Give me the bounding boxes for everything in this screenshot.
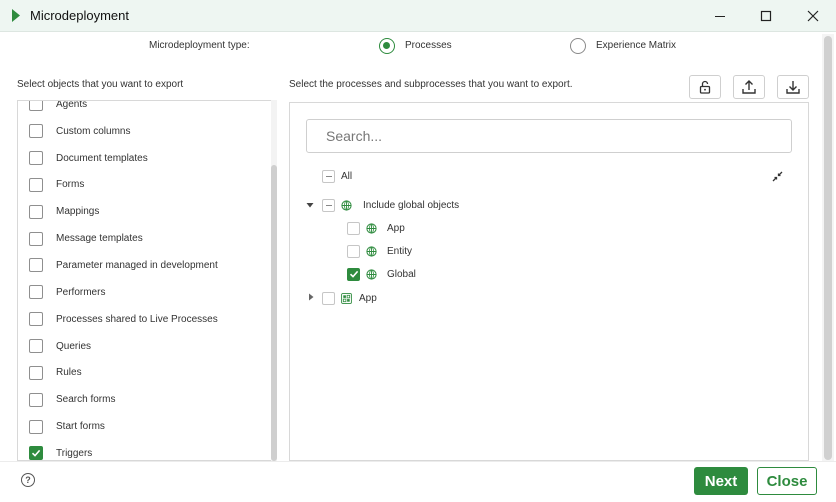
list-item-processes-shared[interactable]: Processes shared to Live Processes — [18, 306, 272, 333]
tree-node-global-app[interactable]: App — [347, 220, 405, 236]
global-object-icon — [366, 245, 377, 257]
expand-caret-include-global[interactable] — [306, 201, 314, 209]
list-item-performers[interactable]: Performers — [18, 279, 272, 306]
mappings-checkbox[interactable] — [29, 204, 43, 219]
processes-shared-checkbox[interactable] — [29, 312, 43, 327]
include-global-checkbox[interactable] — [322, 198, 335, 212]
list-item-document-templates[interactable]: Document templates — [18, 145, 272, 172]
caret-down-icon — [306, 203, 314, 208]
caret-right-icon — [309, 293, 314, 301]
list-item-rules[interactable]: Rules — [18, 359, 272, 386]
maximize-button[interactable] — [743, 0, 789, 32]
search-forms-checkbox[interactable] — [29, 392, 43, 407]
unlock-icon — [699, 80, 711, 94]
list-item-message-templates[interactable]: Message templates — [18, 225, 272, 252]
triggers-checkbox[interactable] — [29, 446, 43, 460]
tree-node-app[interactable]: App — [322, 290, 377, 306]
tree-node-global-global[interactable]: Global — [347, 266, 416, 282]
checkmark-icon — [349, 270, 358, 278]
upload-icon — [742, 80, 756, 94]
custom-columns-checkbox[interactable] — [29, 124, 43, 139]
right-hint: Select the processes and subprocesses th… — [289, 79, 573, 90]
help-icon[interactable]: ? — [21, 473, 35, 487]
global-app-checkbox[interactable] — [347, 221, 360, 235]
list-item-search-forms[interactable]: Search forms — [18, 386, 272, 413]
title-bar: Microdeployment — [0, 0, 836, 32]
processes-radio-label[interactable]: Processes — [405, 40, 452, 51]
all-checkbox[interactable] — [322, 169, 335, 183]
experience-matrix-radio[interactable] — [570, 38, 586, 54]
microdeployment-type-label: Microdeployment type: — [149, 40, 250, 51]
tree-node-global-entity[interactable]: Entity — [347, 243, 412, 259]
message-templates-checkbox[interactable] — [29, 231, 43, 246]
list-item-triggers[interactable]: Triggers — [18, 440, 272, 460]
tree-node-all[interactable]: All — [322, 168, 352, 184]
list-item-custom-columns[interactable]: Custom columns — [18, 118, 272, 145]
objects-list: Agents Custom columns Document templates… — [18, 101, 272, 460]
close-button[interactable]: Close — [757, 467, 817, 495]
processes-panel: All Include global objects App Entity Gl… — [289, 102, 809, 461]
next-button[interactable]: Next — [694, 467, 748, 495]
global-global-checkbox[interactable] — [347, 267, 360, 281]
parameter-managed-checkbox[interactable] — [29, 258, 43, 273]
list-item-queries[interactable]: Queries — [18, 333, 272, 360]
performers-checkbox[interactable] — [29, 285, 43, 300]
list-item-mappings[interactable]: Mappings — [18, 198, 272, 225]
collapse-all-icon[interactable] — [772, 171, 783, 182]
global-object-icon — [341, 199, 352, 211]
document-templates-checkbox[interactable] — [29, 151, 43, 166]
close-icon — [807, 10, 819, 22]
app-icon — [341, 292, 352, 304]
objects-list-panel: Agents Custom columns Document templates… — [17, 100, 272, 461]
list-item-start-forms[interactable]: Start forms — [18, 413, 272, 440]
search-input[interactable] — [306, 119, 792, 153]
minimize-icon — [715, 16, 725, 17]
expand-caret-app[interactable] — [307, 293, 315, 301]
unlock-button[interactable] — [689, 75, 721, 99]
left-scrollbar-thumb[interactable] — [271, 165, 277, 461]
agents-checkbox[interactable] — [29, 101, 43, 112]
rules-checkbox[interactable] — [29, 365, 43, 380]
list-item-agents[interactable]: Agents — [18, 101, 272, 118]
global-object-icon — [366, 222, 377, 234]
download-icon — [786, 81, 800, 94]
dialog-scrollbar-thumb[interactable] — [824, 36, 832, 460]
tree-node-include-global[interactable]: Include global objects — [322, 197, 459, 213]
global-object-icon — [366, 268, 377, 280]
processes-radio[interactable] — [379, 38, 395, 54]
list-item-parameter-managed[interactable]: Parameter managed in development — [18, 252, 272, 279]
minimize-button[interactable] — [697, 0, 743, 32]
close-window-button[interactable] — [790, 0, 836, 32]
app-logo-icon — [12, 9, 20, 22]
checkmark-icon — [31, 450, 41, 458]
list-item-forms[interactable]: Forms — [18, 172, 272, 199]
experience-matrix-radio-label[interactable]: Experience Matrix — [596, 40, 676, 51]
queries-checkbox[interactable] — [29, 339, 43, 354]
window-title: Microdeployment — [30, 8, 129, 23]
download-button[interactable] — [777, 75, 809, 99]
global-entity-checkbox[interactable] — [347, 244, 360, 258]
left-hint: Select objects that you want to export — [17, 79, 184, 90]
forms-checkbox[interactable] — [29, 177, 43, 192]
upload-button[interactable] — [733, 75, 765, 99]
start-forms-checkbox[interactable] — [29, 419, 43, 434]
maximize-icon — [760, 10, 772, 22]
app-checkbox[interactable] — [322, 291, 335, 305]
